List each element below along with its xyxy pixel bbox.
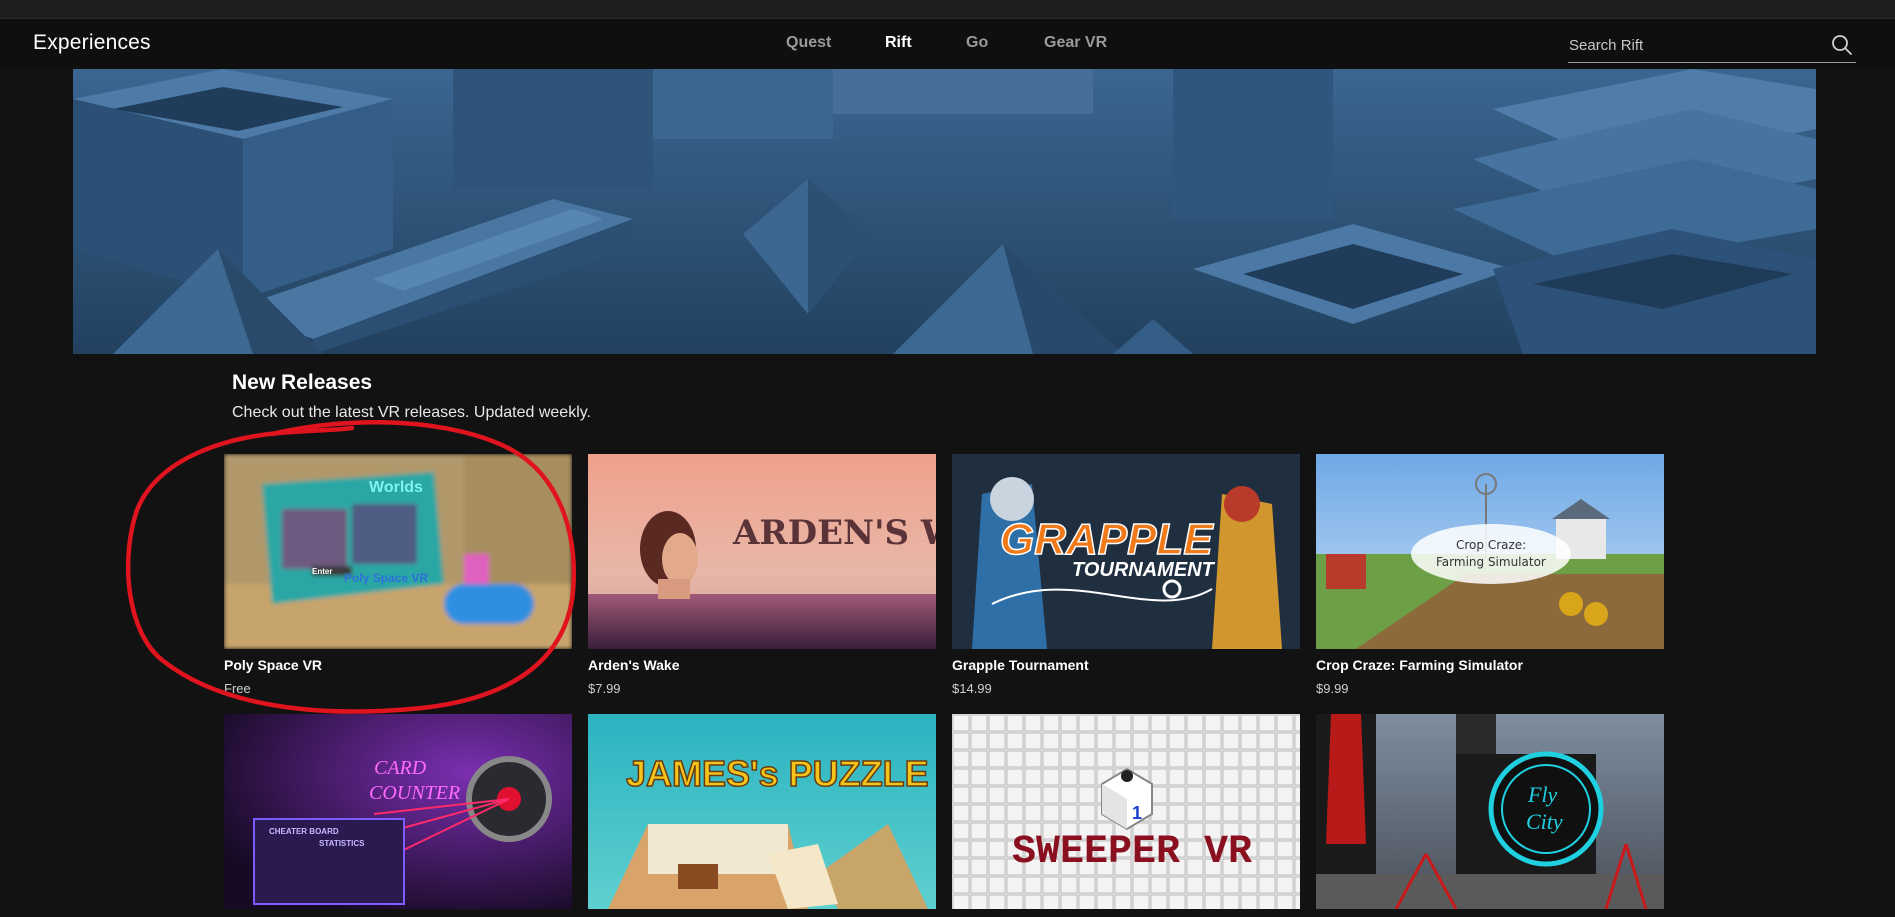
art-text: Poly Space VR [344,571,428,585]
art-text: 1 [1132,803,1142,823]
game-thumbnail[interactable]: JAMES's PUZZLE [588,714,936,909]
game-card-card-counter[interactable]: CARD COUNTER CHEATER BOARD STATISTICS [224,714,572,917]
art-text: Fly [1527,782,1558,807]
game-card-fly-city[interactable]: Fly City [1316,714,1664,917]
game-title[interactable]: Poly Space VR [224,657,572,673]
crop-craze-art: Crop Craze: Farming Simulator [1316,454,1664,649]
poly-space-art: Worlds Poly Space VR Enter [224,454,572,649]
game-card-sweeper-vr[interactable]: 1 SWEEPER VR [952,714,1300,917]
game-price: Free [224,681,251,696]
game-card-crop-craze[interactable]: Crop Craze: Farming Simulator Crop Craze… [1316,454,1664,696]
game-thumbnail[interactable]: Fly City [1316,714,1664,909]
james-puzzle-art: JAMES's PUZZLE [588,714,936,909]
tab-quest[interactable]: Quest [786,34,831,52]
art-text: Farming Simulator [1436,555,1546,569]
card-counter-art: CARD COUNTER CHEATER BOARD STATISTICS [224,714,572,909]
top-navbar: Experiences Quest Rift Go Gear VR [0,19,1895,69]
art-text: JAMES's PUZZLE [626,753,929,794]
game-thumbnail[interactable]: Crop Craze: Farming Simulator [1316,454,1664,649]
game-card-poly-space-vr[interactable]: Worlds Poly Space VR Enter Poly Space VR… [224,454,572,696]
game-thumbnail[interactable]: Worlds Poly Space VR Enter [224,454,572,649]
sweeper-vr-art: 1 SWEEPER VR [952,714,1300,909]
search-icon[interactable] [1830,33,1854,57]
ardens-wake-art: ARDEN'S WAKE [588,454,936,649]
game-price: $9.99 [1316,681,1349,696]
art-text: City [1526,809,1563,834]
art-text: GRAPPLE [1000,515,1214,564]
art-text: CHEATER BOARD [269,827,339,836]
art-text: Enter [312,567,332,576]
tab-rift[interactable]: Rift [885,34,912,52]
tab-go[interactable]: Go [966,34,988,52]
game-thumbnail[interactable]: ARDEN'S WAKE [588,454,936,649]
grapple-tournament-art: GRAPPLE TOURNAMENT [952,454,1300,649]
game-title[interactable]: Arden's Wake [588,657,936,673]
tab-gear-vr[interactable]: Gear VR [1044,34,1107,52]
search-input[interactable] [1568,32,1809,58]
fly-city-art: Fly City [1316,714,1664,909]
art-text: Crop Craze: [1456,538,1526,552]
art-text: Worlds [369,479,423,496]
game-card-ardens-wake[interactable]: ARDEN'S WAKE Arden's Wake $7.99 [588,454,936,696]
art-text: CARD [374,757,427,779]
art-text: STATISTICS [319,839,365,848]
game-price: $7.99 [588,681,621,696]
hero-banner[interactable] [73,69,1816,354]
art-text: COUNTER [369,782,460,804]
game-card-james-puzzle[interactable]: JAMES's PUZZLE [588,714,936,917]
search-box [1568,28,1856,63]
game-title[interactable]: Crop Craze: Farming Simulator [1316,657,1664,673]
game-thumbnail[interactable]: CARD COUNTER CHEATER BOARD STATISTICS [224,714,572,909]
art-text: TOURNAMENT [1072,559,1216,581]
game-thumbnail[interactable]: 1 SWEEPER VR [952,714,1300,909]
game-title[interactable]: Grapple Tournament [952,657,1300,673]
art-text: SWEEPER VR [1012,830,1252,875]
hero-geometric-art [73,69,1816,354]
art-text: ARDEN'S WAKE [732,513,936,553]
section-subtitle: Check out the latest VR releases. Update… [232,404,591,421]
window-top-strip [0,0,1895,19]
game-thumbnail[interactable]: GRAPPLE TOURNAMENT [952,454,1300,649]
section-title: New Releases [232,371,373,394]
game-card-grapple-tournament[interactable]: GRAPPLE TOURNAMENT Grapple Tournament $1… [952,454,1300,696]
game-price: $14.99 [952,681,992,696]
